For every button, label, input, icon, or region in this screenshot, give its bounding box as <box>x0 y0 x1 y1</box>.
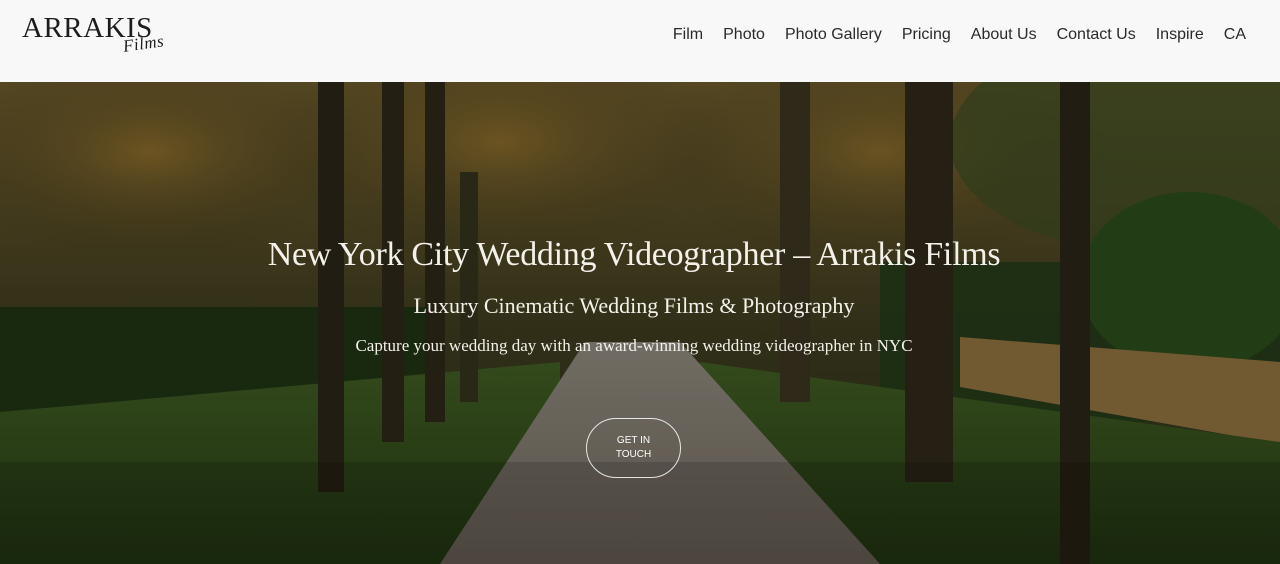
nav-item-ca[interactable]: CA <box>1224 25 1246 45</box>
hero-dim-overlay <box>0 82 1280 564</box>
get-in-touch-button[interactable]: GET IN TOUCH <box>586 418 681 478</box>
nav-item-film[interactable]: Film <box>673 25 703 45</box>
nav-item-photo-gallery[interactable]: Photo Gallery <box>785 25 882 45</box>
nav-item-about-us[interactable]: About Us <box>971 25 1037 45</box>
hero-subtitle: Luxury Cinematic Wedding Films & Photogr… <box>413 293 855 318</box>
nav-item-inspire[interactable]: Inspire <box>1156 25 1204 45</box>
hero-title: New York City Wedding Videographer – Arr… <box>267 236 1001 273</box>
main-nav: Film Photo Photo Gallery Pricing About U… <box>653 25 1246 45</box>
nav-item-pricing[interactable]: Pricing <box>902 25 951 45</box>
nav-item-photo[interactable]: Photo <box>723 25 765 45</box>
logo[interactable]: ARRAKIS Films <box>22 12 182 62</box>
logo-script: Films <box>121 31 166 56</box>
site-header: ARRAKIS Films Film Photo Photo Gallery P… <box>0 0 1280 82</box>
nav-item-contact-us[interactable]: Contact Us <box>1057 25 1136 45</box>
get-in-touch-label: GET IN TOUCH <box>615 435 652 460</box>
hero-tagline: Capture your wedding day with an award-w… <box>355 336 913 355</box>
hero-section: New York City Wedding Videographer – Arr… <box>0 82 1280 564</box>
